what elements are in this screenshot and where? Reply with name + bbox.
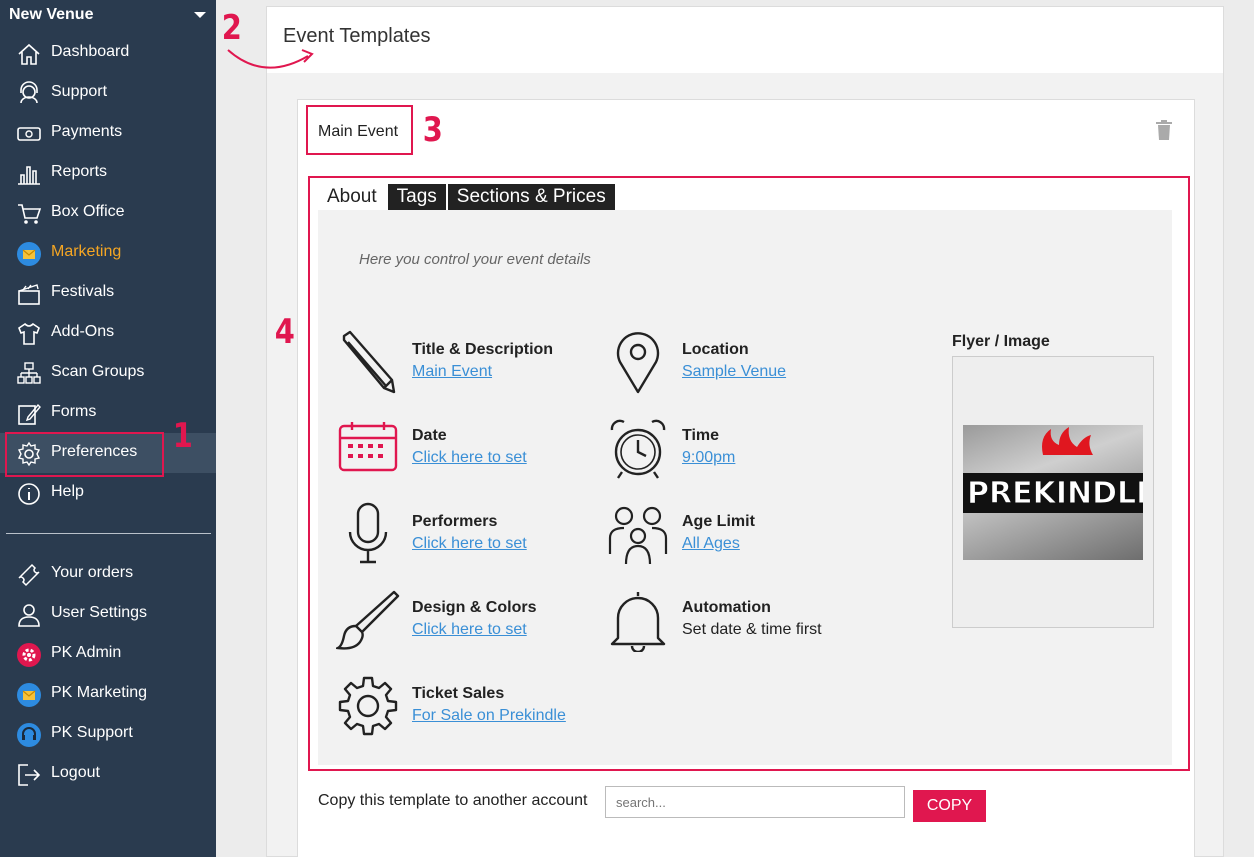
annotation-arrow <box>227 49 314 69</box>
venue-selector[interactable]: New Venue <box>9 6 209 26</box>
admin-gear-badge-icon <box>17 643 41 667</box>
tshirt-icon <box>18 322 40 345</box>
trash-icon[interactable] <box>1156 120 1172 140</box>
sidebar-item-scan-groups[interactable]: Scan Groups <box>0 353 216 393</box>
org-chart-icon <box>17 362 41 384</box>
sidebar-item-help[interactable]: Help <box>0 473 216 513</box>
logout-icon <box>18 764 41 786</box>
user-icon <box>18 604 40 627</box>
sidebar-item-your-orders[interactable]: Your orders <box>0 554 216 594</box>
envelope-badge-icon <box>17 242 41 266</box>
account-search-input[interactable] <box>605 786 905 818</box>
sidebar-item-box-office[interactable]: Box Office <box>0 193 216 233</box>
cart-icon <box>18 204 42 224</box>
sidebar-divider <box>6 533 211 534</box>
sidebar-item-festivals[interactable]: Festivals <box>0 273 216 313</box>
highlight-template-name <box>306 105 413 155</box>
copy-button[interactable]: COPY <box>913 790 986 822</box>
headset-icon <box>20 81 38 104</box>
annotation-number-1: 1 <box>172 416 193 456</box>
annotation-number-2: 2 <box>221 8 242 48</box>
sidebar-item-reports[interactable]: Reports <box>0 153 216 193</box>
sidebar-item-logout[interactable]: Logout <box>0 754 216 794</box>
sidebar-item-support[interactable]: Support <box>0 73 216 113</box>
money-icon <box>17 127 41 141</box>
bar-chart-icon <box>18 166 40 185</box>
annotation-number-3: 3 <box>422 110 443 150</box>
annotation-number-4: 4 <box>274 312 295 352</box>
highlight-about-panel <box>308 176 1190 771</box>
sidebar-item-user-settings[interactable]: User Settings <box>0 594 216 634</box>
sidebar-item-pk-marketing[interactable]: PK Marketing <box>0 674 216 714</box>
home-icon <box>18 43 40 65</box>
copy-template-label: Copy this template to another account <box>318 792 588 809</box>
form-edit-icon <box>18 403 41 425</box>
sidebar-item-marketing[interactable]: Marketing <box>0 233 216 273</box>
headset-badge-icon <box>17 723 41 747</box>
clapperboard-icon <box>18 284 40 305</box>
envelope-badge-icon <box>17 683 41 707</box>
sidebar-item-add-ons[interactable]: Add-Ons <box>0 313 216 353</box>
sidebar-item-payments[interactable]: Payments <box>0 113 216 153</box>
caret-down-icon <box>194 12 206 18</box>
ticket-icon <box>18 563 40 587</box>
panel-header: Event Templates <box>267 7 1223 73</box>
sidebar-item-dashboard[interactable]: Dashboard <box>0 33 216 73</box>
venue-name: New Venue <box>9 6 94 23</box>
highlight-preferences <box>5 432 164 477</box>
sidebar-item-pk-support[interactable]: PK Support <box>0 714 216 754</box>
sidebar-item-pk-admin[interactable]: PK Admin <box>0 634 216 674</box>
info-icon <box>18 483 40 505</box>
